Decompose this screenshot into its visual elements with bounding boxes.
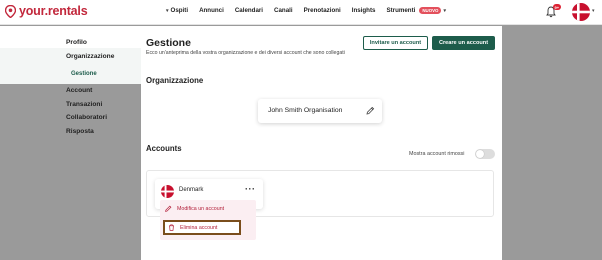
accounts-section-title: Accounts	[146, 144, 182, 153]
main-panel: Gestione Ecco un'anteprima della vostra …	[141, 26, 502, 260]
nav-item-ospiti[interactable]: ▾ Ospiti	[166, 7, 188, 14]
logo-icon	[5, 4, 16, 18]
nav-item-calendari[interactable]: Calendari	[235, 7, 263, 14]
sidebar-item-transazioni[interactable]: Transazioni	[66, 101, 102, 108]
nav-label: Strumenti	[386, 7, 416, 14]
nav-item-strumenti[interactable]: Strumenti NUOVO ▾	[386, 7, 446, 14]
invite-account-button[interactable]: Invitare un account	[363, 36, 428, 50]
sidebar-item-collaboratori[interactable]: Collaboratori	[66, 114, 107, 121]
chevron-down-icon: ▾	[166, 7, 169, 14]
nav-label: Prenotazioni	[303, 7, 341, 14]
main-nav: ▾ Ospiti Annunci Calendari Canali Prenot…	[166, 7, 457, 14]
chevron-down-icon[interactable]: ▾	[592, 8, 595, 14]
nav-item-canali[interactable]: Canali	[274, 7, 293, 14]
show-removed-toggle[interactable]	[475, 149, 495, 159]
new-badge: NUOVO	[419, 7, 442, 14]
nav-label: Annunci	[199, 7, 224, 14]
nav-label: Insights	[351, 7, 376, 14]
organization-name: John Smith Organisation	[268, 107, 343, 114]
logo-text: your.rentals	[19, 4, 88, 18]
sidebar-item-organizzazione[interactable]: Organizzazione	[66, 53, 114, 60]
trash-icon	[169, 224, 174, 231]
pencil-icon[interactable]	[366, 106, 375, 115]
delete-account-label: Elimina account	[180, 224, 218, 231]
account-name: Denmark	[179, 187, 204, 193]
account-actions-menu: Modifica un account Elimina account	[160, 200, 256, 240]
denmark-flag-icon[interactable]	[572, 3, 590, 21]
nav-item-prenotazioni[interactable]: Prenotazioni	[304, 7, 341, 14]
edit-account-label: Modifica un account	[177, 205, 225, 212]
notification-badge: 9+	[553, 4, 561, 10]
delete-account-menu-item[interactable]: Elimina account	[163, 220, 241, 235]
nav-label: Canali	[274, 7, 293, 14]
pencil-icon	[165, 205, 172, 212]
show-removed-label: Mostra account rimossi	[409, 151, 465, 157]
logo[interactable]: your.rentals	[5, 4, 88, 18]
top-bar: your.rentals ▾ Ospiti Annunci Calendari …	[0, 0, 602, 25]
sidebar-item-account[interactable]: Account	[66, 87, 92, 94]
nav-item-annunci[interactable]: Annunci	[199, 7, 224, 14]
page-title: Gestione	[146, 37, 191, 49]
edit-account-menu-item[interactable]: Modifica un account	[165, 205, 224, 212]
create-account-button[interactable]: Creare un account	[432, 36, 495, 50]
organization-section-title: Organizzazione	[146, 76, 204, 85]
nav-label: Ospiti	[170, 7, 189, 14]
page-description: Ecco un'anteprima della vostra organizza…	[146, 50, 345, 56]
nav-label: Calendari	[234, 7, 264, 14]
chevron-down-icon: ▾	[443, 7, 446, 14]
toggle-knob	[476, 150, 484, 158]
organization-card: John Smith Organisation	[258, 99, 382, 123]
background-overlay	[502, 26, 602, 260]
sidebar-item-profilo[interactable]: Profilo	[66, 39, 87, 46]
denmark-flag-icon	[161, 185, 174, 198]
sidebar-item-risposta[interactable]: Risposta	[66, 128, 94, 135]
sidebar-item-gestione[interactable]: Gestione	[71, 71, 97, 77]
sidebar: Profilo Organizzazione Gestione Account …	[0, 26, 141, 260]
nav-item-insights[interactable]: Insights	[352, 7, 376, 14]
more-dots-icon[interactable]: ···	[245, 184, 256, 194]
